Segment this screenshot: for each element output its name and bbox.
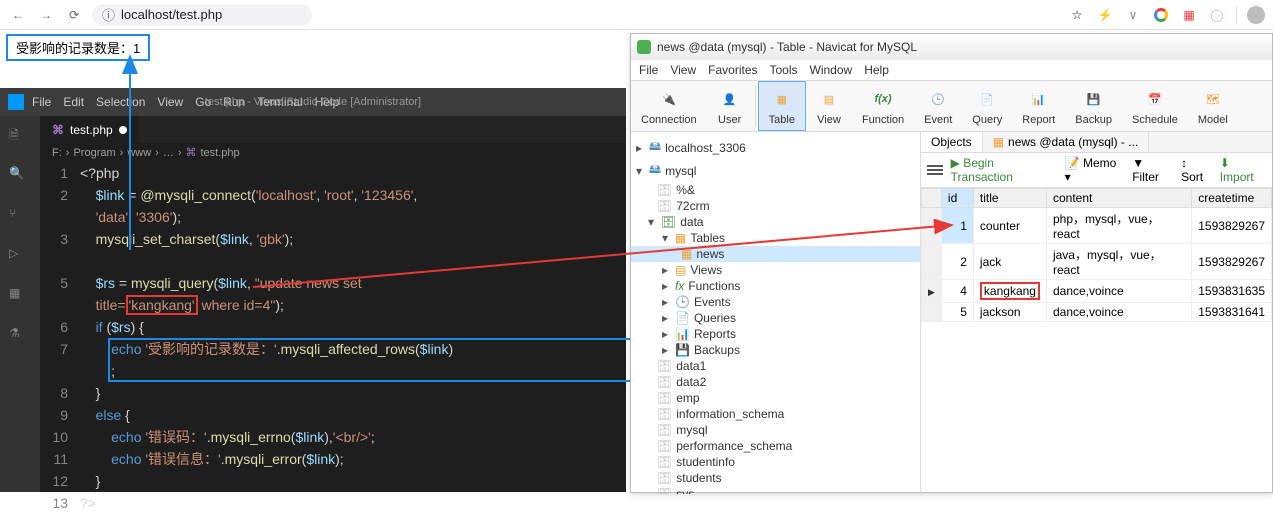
tree-node-news: news: [696, 247, 724, 261]
navicat-window: news @data (mysql) - Table - Navicat for…: [630, 33, 1273, 493]
menu-file[interactable]: File: [639, 63, 658, 77]
debug-icon[interactable]: ▷: [9, 246, 31, 268]
ext-icon-2[interactable]: ∨: [1124, 6, 1142, 24]
menu-favorites[interactable]: Favorites: [708, 63, 757, 77]
menu-view[interactable]: View: [157, 95, 183, 109]
reload-button[interactable]: ⟳: [64, 5, 84, 25]
vscode-window: File Edit Selection View Go Run Terminal…: [0, 88, 626, 492]
tab-test-php[interactable]: ⌘ test.php: [40, 116, 139, 143]
address-bar[interactable]: ⓘ: [92, 4, 312, 26]
menu-selection[interactable]: Selection: [96, 95, 145, 109]
tab-label: test.php: [70, 123, 113, 137]
editor-tabs: ⌘ test.php: [40, 116, 626, 143]
table-row: 2jackjava，mysql，vue，react1593829267: [922, 244, 1272, 280]
col-title: title: [973, 189, 1046, 208]
menu-view[interactable]: View: [670, 63, 696, 77]
connection-tree[interactable]: ▸🖴localhost_3306 ▾🖴mysql 🗄%& 🗄72crm ▾🗄da…: [631, 132, 921, 494]
object-tabs: Objects ▦news @data (mysql) - ...: [921, 132, 1272, 153]
forward-button[interactable]: →: [36, 5, 56, 25]
tool-view[interactable]: ▤View: [806, 81, 852, 131]
highlight-kangkang: 'kangkang': [126, 295, 198, 315]
breadcrumb[interactable]: F:›Program›www›…›⌘test.php: [40, 143, 626, 162]
line-gutter: 1235678910111213: [40, 162, 80, 514]
activity-bar: 🗎 🔍 ⑂ ▷ ▦ ⚗: [0, 116, 40, 492]
vscode-titlebar: File Edit Selection View Go Run Terminal…: [0, 88, 626, 116]
tool-model[interactable]: 🗺Model: [1188, 81, 1238, 131]
hamburger-icon[interactable]: [927, 165, 943, 175]
code-source: <?php $link = @mysqli_connect('localhost…: [80, 162, 453, 514]
url-input[interactable]: [121, 7, 271, 22]
navicat-titlebar: news @data (mysql) - Table - Navicat for…: [631, 34, 1272, 60]
test-icon[interactable]: ⚗: [9, 326, 31, 348]
scm-icon[interactable]: ⑂: [9, 206, 31, 228]
menu-help[interactable]: Help: [864, 63, 889, 77]
navicat-logo-icon: [637, 40, 651, 54]
tool-user[interactable]: 👤User: [707, 81, 753, 131]
file-php-icon: ⌘: [52, 123, 64, 137]
col-createtime: createtime: [1192, 189, 1272, 208]
explorer-icon[interactable]: 🗎: [9, 126, 31, 148]
table-row: 4kangkangdance,voince1593831635: [922, 280, 1272, 303]
data-grid[interactable]: id title content createtime 1counterphp，…: [921, 188, 1272, 494]
ext-icon-4[interactable]: ▦: [1180, 6, 1198, 24]
col-id: id: [941, 189, 973, 208]
browser-toolbar: ← → ⟳ ⓘ ☆ ⚡ ∨ ▦ ◯: [0, 0, 1273, 30]
navicat-menubar: File View Favorites Tools Window Help: [631, 60, 1272, 81]
menu-edit[interactable]: Edit: [63, 95, 84, 109]
menu-file[interactable]: File: [32, 95, 51, 109]
navicat-title: news @data (mysql) - Table - Navicat for…: [657, 40, 917, 54]
search-icon[interactable]: 🔍: [9, 166, 31, 188]
btn-sort[interactable]: ↕ Sort: [1181, 156, 1212, 184]
navicat-content: Objects ▦news @data (mysql) - ... ▶ Begi…: [921, 132, 1272, 494]
profile-icon[interactable]: [1247, 6, 1265, 24]
table-toolbar: ▶ Begin Transaction 📝 Memo ▾ ▼ Filter ↕ …: [921, 153, 1272, 188]
menu-tools[interactable]: Tools: [770, 63, 798, 77]
ext-icon-5[interactable]: ◯: [1208, 6, 1226, 24]
tool-schedule[interactable]: 📅Schedule: [1122, 81, 1188, 131]
tool-report[interactable]: 📊Report: [1012, 81, 1065, 131]
tab-dirty-icon: [119, 126, 127, 134]
table-row: 1counterphp，mysql，vue，react1593829267: [922, 208, 1272, 244]
site-info-icon[interactable]: ⓘ: [102, 5, 115, 24]
tool-event[interactable]: 🕒Event: [914, 81, 962, 131]
highlight-echo-block: [108, 338, 638, 382]
navicat-toolbar: 🔌Connection 👤User ▦Table ▤View f(x)Funct…: [631, 81, 1272, 132]
vscode-logo-icon: [8, 94, 24, 110]
tool-query[interactable]: 📄Query: [962, 81, 1012, 131]
extensions-icon[interactable]: ▦: [9, 286, 31, 308]
star-icon[interactable]: ☆: [1068, 6, 1086, 24]
vscode-title: test.php - Visual Studio Code [Administr…: [205, 96, 421, 108]
highlight-cell-kangkang: kangkang: [980, 282, 1040, 300]
tab-objects[interactable]: Objects: [921, 132, 983, 152]
back-button[interactable]: ←: [8, 5, 28, 25]
ext-icon-3[interactable]: [1152, 6, 1170, 24]
tool-connection[interactable]: 🔌Connection: [631, 81, 707, 131]
tool-function[interactable]: f(x)Function: [852, 81, 914, 131]
tool-table[interactable]: ▦Table: [758, 81, 806, 131]
result-text: 受影响的记录数是：1: [6, 34, 150, 61]
editor-area: ⌘ test.php F:›Program›www›…›⌘test.php 12…: [40, 116, 626, 492]
btn-filter[interactable]: ▼ Filter: [1132, 156, 1173, 184]
menu-window[interactable]: Window: [810, 63, 853, 77]
ext-icon-1[interactable]: ⚡: [1096, 6, 1114, 24]
table-row: 5jacksondance,voince1593831641: [922, 303, 1272, 322]
btn-begin-transaction[interactable]: ▶ Begin Transaction: [951, 156, 1057, 184]
col-content: content: [1046, 189, 1191, 208]
tool-backup[interactable]: 💾Backup: [1065, 81, 1122, 131]
btn-import[interactable]: ⬇ Import: [1220, 156, 1266, 184]
code-editor[interactable]: 1235678910111213 <?php $link = @mysqli_c…: [40, 162, 626, 514]
btn-memo[interactable]: 📝 Memo ▾: [1065, 156, 1125, 184]
tab-news[interactable]: ▦news @data (mysql) - ...: [983, 132, 1150, 152]
